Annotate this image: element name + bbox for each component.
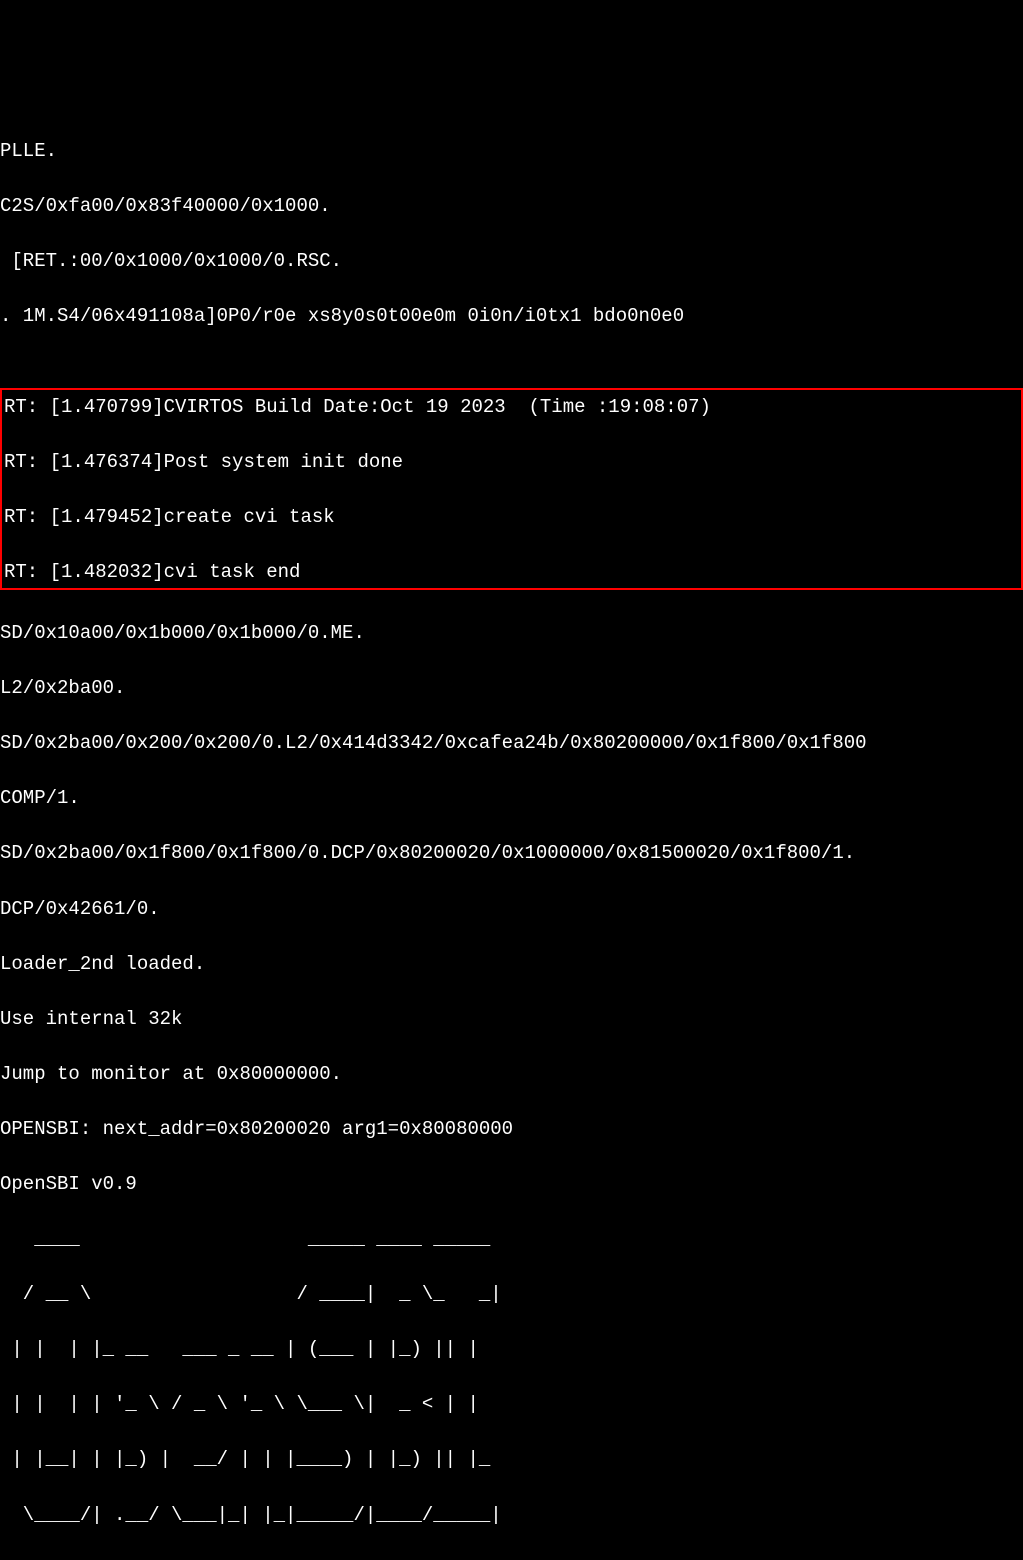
boot-log-line: [RET.:00/0x1000/0x1000/0.RSC. [0,248,1023,276]
ascii-art-line: ____ _____ ____ _____ [0,1226,1023,1254]
ascii-art-line: | | | |_ __ ___ _ __ | (___ | |_) || | [0,1336,1023,1364]
rt-log-line: RT: [1.470799]CVIRTOS Build Date:Oct 19 … [4,394,1019,422]
rt-log-line: RT: [1.482032]cvi task end [4,559,1019,587]
highlighted-boot-log: RT: [1.470799]CVIRTOS Build Date:Oct 19 … [0,388,1023,591]
boot-log-line: . 1M.S4/06x491108a]0P0/r0e xs8y0s0t00e0m… [0,303,1023,331]
boot-log-line: Loader_2nd loaded. [0,951,1023,979]
boot-log-line: SD/0x2ba00/0x200/0x200/0.L2/0x414d3342/0… [0,730,1023,758]
boot-log-line: C2S/0xfa00/0x83f40000/0x1000. [0,193,1023,221]
boot-log-line: OpenSBI v0.9 [0,1171,1023,1199]
boot-log-line: SD/0x2ba00/0x1f800/0x1f800/0.DCP/0x80200… [0,840,1023,868]
ascii-art-line: | | [0,1557,1023,1560]
ascii-art-line: | | | | '_ \ / _ \ '_ \ \___ \| _ < | | [0,1391,1023,1419]
boot-log-line: COMP/1. [0,785,1023,813]
boot-log-line: DCP/0x42661/0. [0,896,1023,924]
boot-log-line: PLLE. [0,138,1023,166]
ascii-art-line: \____/| .__/ \___|_| |_|_____/|____/____… [0,1502,1023,1530]
ascii-art-line: | |__| | |_) | __/ | | |____) | |_) || |… [0,1446,1023,1474]
boot-log-line: L2/0x2ba00. [0,675,1023,703]
boot-log-line: Jump to monitor at 0x80000000. [0,1061,1023,1089]
terminal-output: PLLE. C2S/0xfa00/0x83f40000/0x1000. [RET… [0,110,1023,1560]
boot-log-line: SD/0x10a00/0x1b000/0x1b000/0.ME. [0,620,1023,648]
boot-log-line: OPENSBI: next_addr=0x80200020 arg1=0x800… [0,1116,1023,1144]
rt-log-line: RT: [1.479452]create cvi task [4,504,1019,532]
rt-log-line: RT: [1.476374]Post system init done [4,449,1019,477]
ascii-art-line: / __ \ / ____| _ \_ _| [0,1281,1023,1309]
boot-log-line: Use internal 32k [0,1006,1023,1034]
